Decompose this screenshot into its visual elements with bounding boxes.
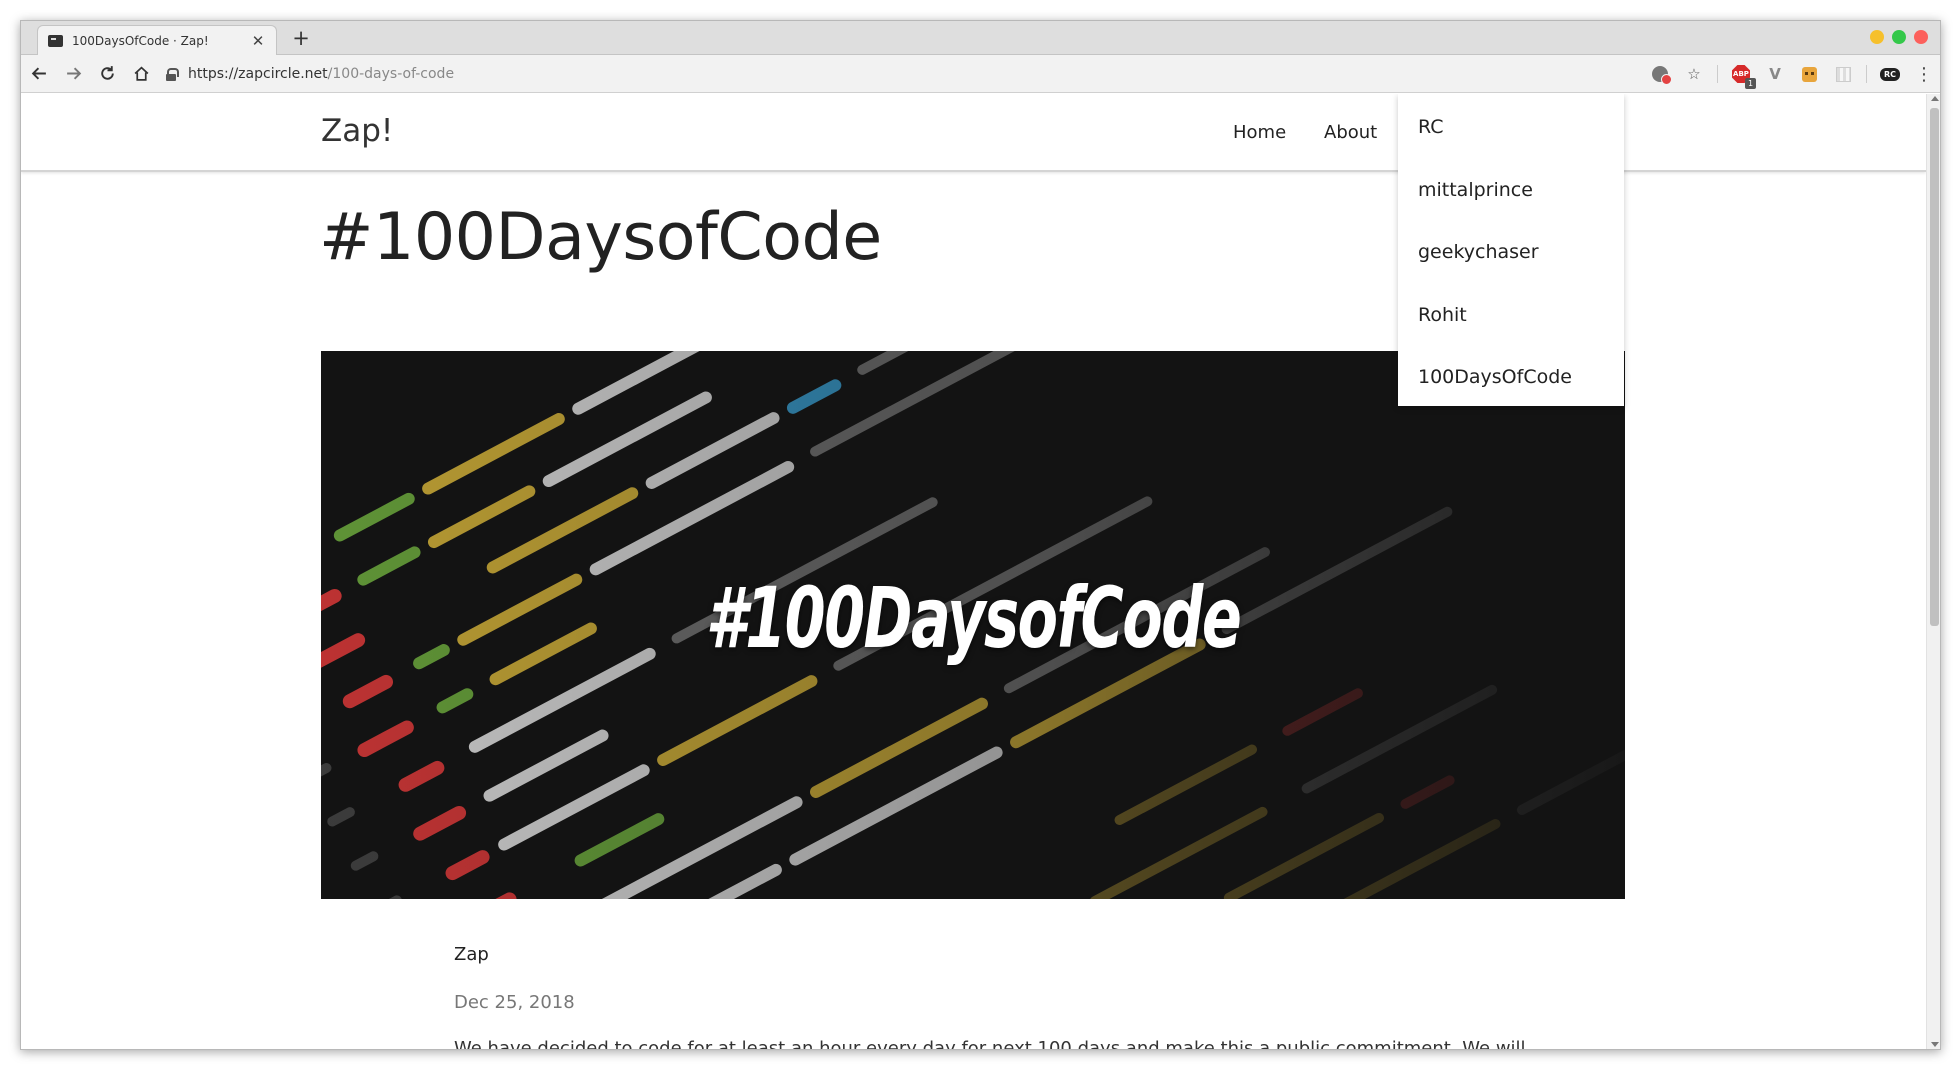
close-window-button[interactable] xyxy=(1914,30,1928,44)
page-scrollbar[interactable] xyxy=(1926,94,1940,1049)
url-path: /100-days-of-code xyxy=(327,66,455,82)
rc-extension[interactable]: RC xyxy=(1880,64,1900,84)
reload-icon xyxy=(100,66,114,80)
scroll-down-arrow-icon[interactable] xyxy=(1931,1042,1939,1047)
dropdown-item-rc[interactable]: RC xyxy=(1398,105,1624,168)
new-tab-button[interactable]: + xyxy=(289,27,313,51)
tab-active[interactable]: 100DaysOfCode · Zap! ✕ xyxy=(37,25,277,55)
tags-dropdown-menu: RC mittalprince geekychaser Rohit 100Day… xyxy=(1398,94,1624,406)
post-title: #100DaysofCode xyxy=(319,200,882,275)
hero-image: #100DaysofCode xyxy=(321,351,1625,899)
post-author[interactable]: Zap xyxy=(454,944,489,965)
browser-window: 100DaysOfCode · Zap! ✕ + https://zapcirc… xyxy=(20,20,1941,1050)
browser-toolbar: https://zapcircle.net/100-days-of-code ☆… xyxy=(21,55,1940,93)
dropdown-item-geekychaser[interactable]: geekychaser xyxy=(1398,230,1624,293)
nav-about-link[interactable]: About xyxy=(1324,122,1377,143)
page-viewport: Zap! Home About RC mittalprince geekycha… xyxy=(21,94,1940,1050)
reload-button[interactable] xyxy=(91,58,123,90)
translate-button[interactable] xyxy=(1650,64,1672,85)
adblock-badge: 1 xyxy=(1745,78,1756,89)
site-brand[interactable]: Zap! xyxy=(321,113,393,149)
scrollbar-thumb[interactable] xyxy=(1930,108,1939,626)
url-host: https://zapcircle.net xyxy=(188,66,328,82)
nav-home-link[interactable]: Home xyxy=(1233,122,1286,143)
window-controls xyxy=(1870,30,1928,44)
dropdown-item-100daysofcode[interactable]: 100DaysOfCode xyxy=(1398,355,1624,418)
adblock-extension[interactable]: ABP 1 xyxy=(1731,64,1756,89)
rc-icon: RC xyxy=(1880,67,1900,81)
star-icon: ☆ xyxy=(1687,65,1701,83)
post-body-first-line: We have decided to code for at least an … xyxy=(454,1038,1526,1050)
home-icon xyxy=(134,66,148,81)
back-arrow-icon xyxy=(31,67,46,80)
dropdown-item-mittalprince[interactable]: mittalprince xyxy=(1398,168,1624,231)
close-tab-icon[interactable]: ✕ xyxy=(250,32,266,50)
forward-button[interactable] xyxy=(57,58,89,90)
translate-icon xyxy=(1652,66,1672,85)
tab-title: 100DaysOfCode · Zap! xyxy=(72,33,209,48)
extensions-area: ☆ ABP 1 V RC ⋮ xyxy=(1643,55,1940,93)
toolbar-divider xyxy=(1866,65,1867,83)
grid-icon xyxy=(1835,66,1851,82)
forward-arrow-icon xyxy=(66,67,81,80)
face-icon xyxy=(1801,66,1817,82)
vue-extension[interactable]: V xyxy=(1765,64,1785,84)
toolbar-divider xyxy=(1717,65,1718,83)
grid-extension[interactable] xyxy=(1833,64,1853,84)
browser-menu-button[interactable]: ⋮ xyxy=(1914,64,1934,85)
tab-strip: 100DaysOfCode · Zap! ✕ + xyxy=(21,21,1940,55)
hero-title-text: #100DaysofCode xyxy=(705,569,1242,667)
face-extension[interactable] xyxy=(1799,64,1819,84)
minimize-button[interactable] xyxy=(1870,30,1884,44)
back-button[interactable] xyxy=(23,58,55,90)
maximize-button[interactable] xyxy=(1892,30,1906,44)
lock-icon xyxy=(166,67,179,81)
dropdown-item-rohit[interactable]: Rohit xyxy=(1398,293,1624,356)
home-button[interactable] xyxy=(125,58,157,90)
terminal-icon xyxy=(48,34,63,47)
scroll-up-arrow-icon[interactable] xyxy=(1931,96,1939,101)
post-date: Dec 25, 2018 xyxy=(454,992,575,1013)
vue-icon: V xyxy=(1769,65,1781,83)
address-bar[interactable]: https://zapcircle.net/100-days-of-code xyxy=(166,61,1266,87)
site-header: Zap! Home About xyxy=(21,94,1926,172)
bookmark-star-button[interactable]: ☆ xyxy=(1684,64,1704,84)
